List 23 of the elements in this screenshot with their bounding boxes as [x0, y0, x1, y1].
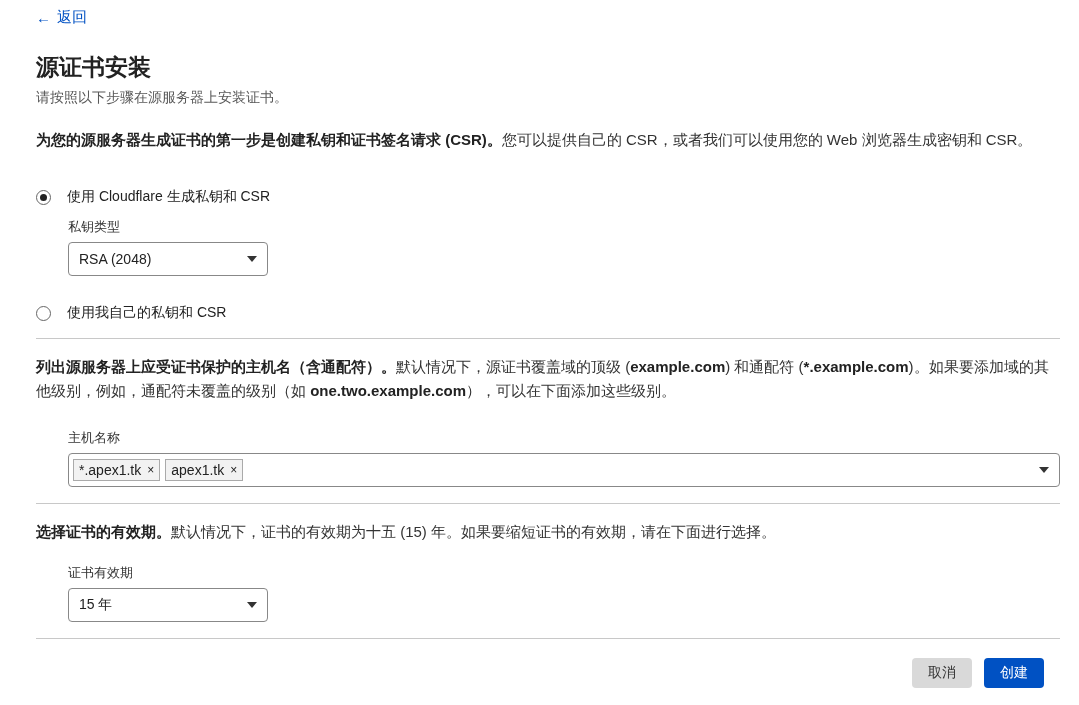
hostname-tag: apex1.tk × [165, 459, 244, 481]
radio-label: 使用我自己的私钥和 CSR [67, 304, 227, 322]
caret-icon [1039, 467, 1049, 473]
section-description: 列出源服务器上应受证书保护的主机名（含通配符）。默认情况下，源证书覆盖域的顶级 (example.com) 和通配符 (*.example.com)。如果要添加域的其他级别，例如，通配符未覆盖的级别（如 one.two.example.com），可以在下面添加这些级别。 [36, 357, 1050, 401]
remove-tag-button[interactable]: × [230, 463, 238, 477]
caret-icon [247, 602, 257, 608]
radio-label: 使用 Cloudflare 生成私钥和 CSR [67, 188, 271, 206]
hostname-tag: *.apex1.tk × [73, 459, 161, 481]
field-label: 主机名称 [68, 429, 121, 447]
field-label: 私钥类型 [68, 218, 121, 236]
section-description: 选择证书的有效期。默认情况下，证书的有效期为十五 (15) 年。如果要缩短证书的有效期，请在下面进行选择。 [36, 522, 777, 542]
section-description: 为您的源服务器生成证书的第一步是创建私钥和证书签名请求 (CSR)。您可以提供自己的 CSR，或者我们可以使用您的 Web 浏览器生成密钥和 CSR。 [36, 130, 1034, 150]
back-link[interactable]: ← 返回 [36, 8, 87, 27]
dropdown[interactable]: RSA (2048) [68, 242, 268, 276]
page-title: 源证书安装 [36, 53, 152, 82]
create-button[interactable]: 创建 [984, 658, 1044, 688]
hostname-field[interactable]: *.apex1.tk × apex1.tk × [68, 453, 1060, 487]
cancel-button[interactable]: 取消 [912, 658, 972, 688]
page-subtitle: 请按照以下步骤在源服务器上安装证书。 [36, 89, 289, 107]
dropdown[interactable]: 15 年 [68, 588, 268, 622]
caret-icon [247, 256, 257, 262]
remove-tag-button[interactable]: × [147, 463, 155, 477]
field-label: 证书有效期 [68, 564, 134, 582]
